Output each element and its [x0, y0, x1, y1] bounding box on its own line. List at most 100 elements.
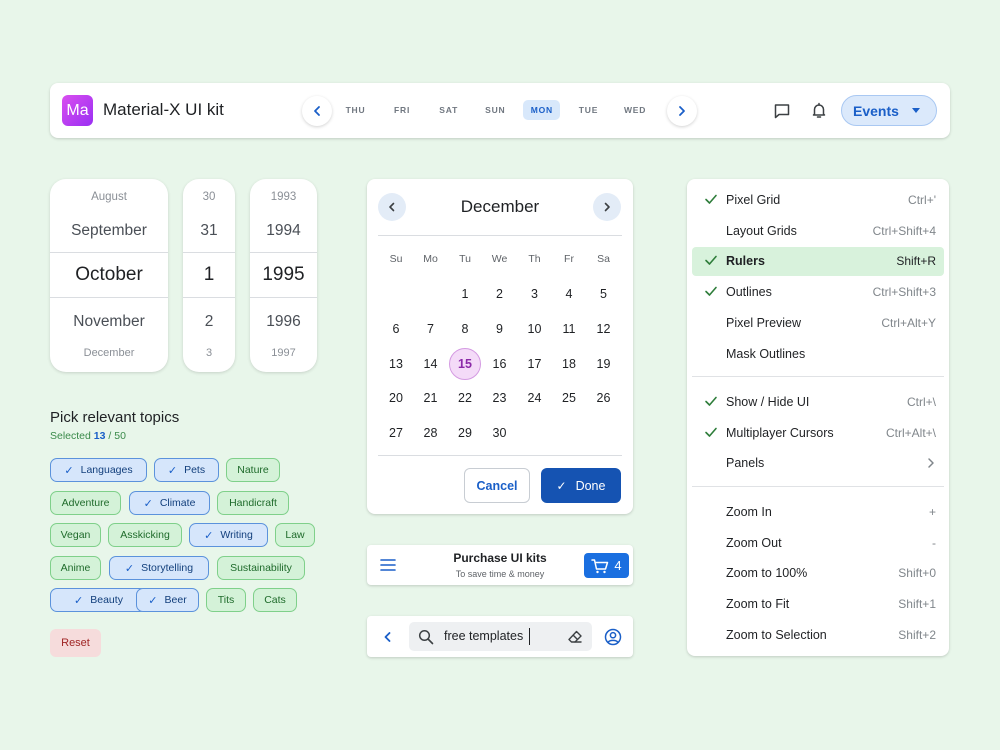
picker-option[interactable]: 3 [183, 347, 235, 359]
day-cell[interactable]: 20 [380, 382, 412, 414]
menu-item-layout-grids[interactable]: Layout Grids Ctrl+Shift+4 [692, 217, 944, 246]
day-cell[interactable]: 27 [380, 417, 412, 449]
topic-chip-writing[interactable]: ✓ Writing [189, 523, 268, 547]
picker-option[interactable]: 1996 [250, 313, 317, 331]
menu-item-mask-outlines[interactable]: Mask Outlines [692, 340, 944, 369]
picker-option[interactable]: 2 [183, 313, 235, 331]
day-picker[interactable]: 30 31 1 2 3 [183, 179, 235, 372]
chat-button[interactable] [771, 100, 793, 122]
day-cell[interactable]: 24 [519, 382, 551, 414]
month-picker[interactable]: August September October November Decemb… [50, 179, 168, 372]
day-cell[interactable]: 5 [588, 278, 620, 310]
picker-option[interactable]: 31 [183, 222, 235, 240]
menu-item-rulers[interactable]: Rulers Shift+R [692, 247, 944, 277]
picker-option[interactable]: September [50, 222, 168, 240]
menu-item-zoom-out[interactable]: Zoom Out - [692, 529, 944, 558]
day-cell[interactable]: 14 [415, 348, 447, 380]
day-tab-wed[interactable]: WED [617, 100, 654, 120]
day-cell[interactable]: 16 [484, 348, 516, 380]
topic-chip-anime[interactable]: Anime [50, 556, 101, 580]
day-cell[interactable]: 2 [484, 278, 516, 310]
day-cell[interactable]: 11 [553, 313, 585, 345]
picker-selected-option[interactable]: 1 [183, 264, 235, 286]
picker-selected-option[interactable]: 1995 [250, 264, 317, 286]
day-cell[interactable]: 9 [484, 313, 516, 345]
menu-item-multiplayer-cursors[interactable]: Multiplayer Cursors Ctrl+Alt+\ [692, 419, 944, 448]
day-cell[interactable]: 10 [519, 313, 551, 345]
day-cell[interactable]: 29 [449, 417, 481, 449]
menu-item-panels[interactable]: Panels [692, 449, 944, 478]
day-cell[interactable]: 3 [519, 278, 551, 310]
topic-chip-tits[interactable]: Tits [206, 588, 246, 612]
day-cell[interactable]: 13 [380, 348, 412, 380]
day-cell[interactable]: 17 [519, 348, 551, 380]
topic-chip-cats[interactable]: Cats [253, 588, 297, 612]
day-cell[interactable]: 4 [553, 278, 585, 310]
topic-chip-asskicking[interactable]: Asskicking [108, 523, 182, 547]
day-cell[interactable]: 21 [415, 382, 447, 414]
eraser-icon[interactable] [567, 629, 583, 645]
topic-chip-sustainability[interactable]: Sustainability [217, 556, 305, 580]
day-cell[interactable]: 28 [415, 417, 447, 449]
picker-option[interactable]: 1997 [250, 347, 317, 359]
picker-option[interactable]: August [50, 191, 168, 203]
picker-option[interactable]: December [50, 347, 168, 359]
notifications-button[interactable] [808, 99, 830, 121]
menu-item-pixel-preview[interactable]: Pixel Preview Ctrl+Alt+Y [692, 309, 944, 338]
day-cell[interactable]: 23 [484, 382, 516, 414]
search-input[interactable]: free templates [409, 622, 592, 651]
topic-chip-languages[interactable]: ✓ Languages [50, 458, 147, 482]
day-tab-sat[interactable]: SAT [430, 100, 467, 120]
picker-option[interactable]: 30 [183, 191, 235, 203]
done-button[interactable]: ✓ Done [541, 468, 621, 503]
topic-chip-climate[interactable]: ✓ Climate [129, 491, 210, 515]
topic-chip-pets[interactable]: ✓ Pets [154, 458, 219, 482]
menu-item-zoom-to-selection[interactable]: Zoom to Selection Shift+2 [692, 621, 944, 650]
day-cell[interactable]: 30 [484, 417, 516, 449]
menu-item-show-hide-ui[interactable]: Show / Hide UI Ctrl+\ [692, 388, 944, 417]
day-cell[interactable]: 1 [449, 278, 481, 310]
menu-item-pixel-grid[interactable]: Pixel Grid Ctrl+' [692, 186, 944, 215]
topic-chip-beauty[interactable]: ✓ Beauty [50, 588, 147, 612]
day-cell[interactable]: 6 [380, 313, 412, 345]
day-tab-fri[interactable]: FRI [384, 100, 421, 120]
day-tab-sun[interactable]: SUN [477, 100, 514, 120]
cancel-button[interactable]: Cancel [464, 468, 530, 503]
topic-chip-beer[interactable]: ✓ Beer [136, 588, 199, 612]
topic-chip-adventure[interactable]: Adventure [50, 491, 121, 515]
menu-item-zoom-in[interactable]: Zoom In + [692, 498, 944, 527]
cart-button[interactable]: 4 [584, 553, 629, 578]
topic-chip-nature[interactable]: Nature [226, 458, 280, 482]
day-tab-tue[interactable]: TUE [570, 100, 607, 120]
account-button[interactable] [602, 626, 624, 648]
day-cell[interactable]: 12 [588, 313, 620, 345]
year-picker[interactable]: 1993 1994 1995 1996 1997 [250, 179, 317, 372]
day-cell[interactable]: 25 [553, 382, 585, 414]
day-cell[interactable]: 18 [553, 348, 585, 380]
day-cell[interactable]: 19 [588, 348, 620, 380]
day-cell[interactable]: 7 [415, 313, 447, 345]
reset-button[interactable]: Reset [50, 629, 101, 657]
next-month-button[interactable] [593, 193, 621, 221]
day-tab-mon[interactable]: MON [523, 100, 561, 120]
topic-chip-storytelling[interactable]: ✓ Storytelling [109, 556, 209, 580]
day-cell[interactable]: 22 [449, 382, 481, 414]
prev-days-button[interactable] [302, 96, 332, 126]
day-cell[interactable]: 8 [449, 313, 481, 345]
picker-option[interactable]: November [50, 313, 168, 331]
topic-chip-law[interactable]: Law [275, 523, 315, 547]
menu-item-outlines[interactable]: Outlines Ctrl+Shift+3 [692, 278, 944, 307]
back-button[interactable] [377, 626, 399, 648]
next-days-button[interactable] [667, 96, 697, 126]
selected-day-cell[interactable]: 15 [449, 348, 481, 380]
events-dropdown[interactable]: Events [841, 95, 937, 126]
picker-option[interactable]: 1993 [250, 191, 317, 203]
day-cell[interactable]: 26 [588, 382, 620, 414]
topic-chip-handicraft[interactable]: Handicraft [217, 491, 289, 515]
picker-selected-option[interactable]: October [50, 264, 168, 286]
menu-item-zoom-to-100[interactable]: Zoom to 100% Shift+0 [692, 559, 944, 588]
menu-item-zoom-to-fit[interactable]: Zoom to Fit Shift+1 [692, 590, 944, 619]
day-tab-thu[interactable]: THU [337, 100, 374, 120]
picker-option[interactable]: 1994 [250, 222, 317, 240]
topic-chip-vegan[interactable]: Vegan [50, 523, 101, 547]
